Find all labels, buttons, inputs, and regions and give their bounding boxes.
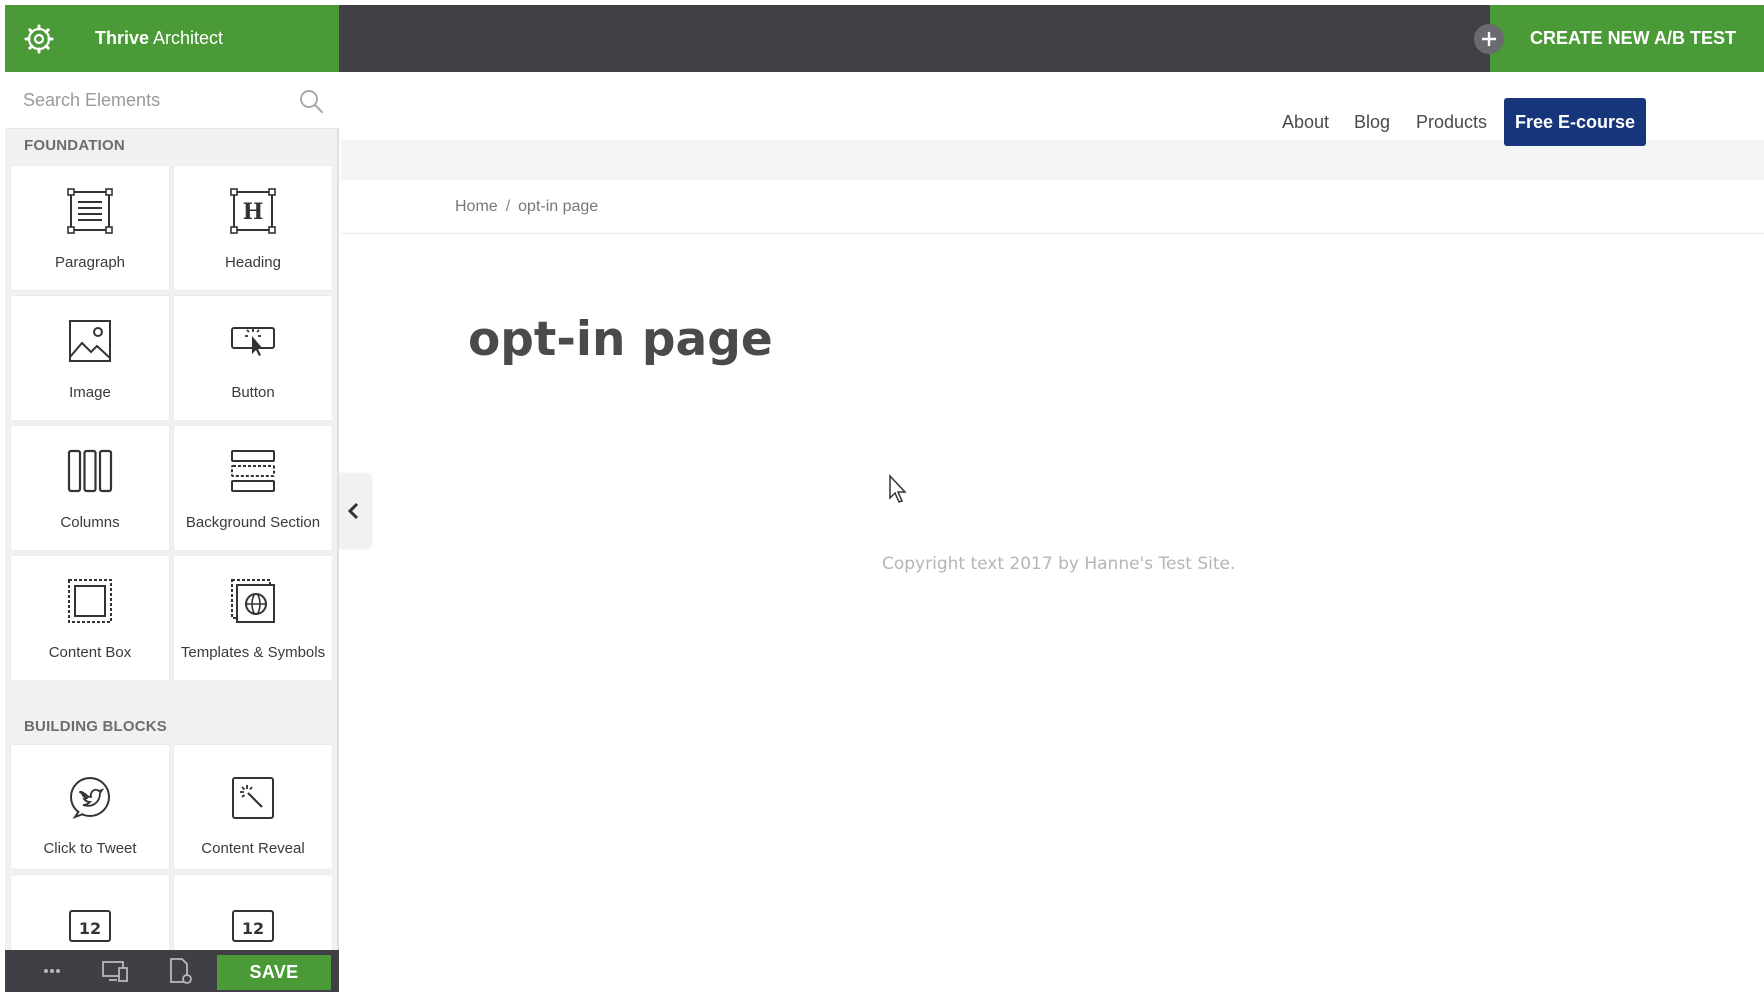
paragraph-icon	[67, 188, 113, 234]
element-content-box[interactable]: Content Box	[11, 556, 169, 680]
foundation-section-title: FOUNDATION	[24, 137, 125, 154]
sidebar-footer: SAVE	[5, 950, 339, 992]
save-button[interactable]: SAVE	[217, 955, 331, 990]
element-label: Paragraph	[54, 254, 126, 271]
templates-symbols-icon	[231, 579, 275, 623]
heading-icon: H	[230, 188, 276, 234]
collapse-sidebar-button[interactable]	[339, 473, 371, 549]
content-box-icon	[68, 579, 112, 623]
gear-icon[interactable]	[23, 23, 55, 55]
content-reveal-icon	[232, 777, 274, 819]
element-label: Templates & Symbols	[180, 644, 326, 661]
element-label: Background Section	[185, 514, 321, 531]
chevron-left-icon	[347, 502, 359, 520]
page-preview: About Blog Products Free E-course Home / o…	[341, 72, 1764, 992]
more-icon[interactable]	[37, 956, 67, 986]
free-ecourse-button[interactable]: Free E-course	[1504, 98, 1646, 146]
element-label: Button	[231, 384, 275, 401]
page-title[interactable]: opt-in page	[468, 312, 773, 367]
element-paragraph[interactable]: Paragraph	[11, 166, 169, 290]
element-button[interactable]: Button	[174, 296, 332, 420]
breadcrumb-current: opt-in page	[518, 198, 599, 215]
element-content-reveal[interactable]: Content Reveal	[174, 745, 332, 869]
svg-text:12: 12	[79, 919, 101, 938]
nav-link-blog[interactable]: Blog	[1354, 112, 1390, 133]
background-section-icon	[231, 450, 275, 492]
element-countdown[interactable]: 12	[11, 875, 169, 950]
svg-text:12: 12	[242, 919, 264, 938]
columns-icon	[67, 449, 113, 493]
mouse-cursor-icon	[889, 474, 907, 503]
svg-text:H: H	[243, 199, 264, 225]
elements-sidebar: Thrive Architect FOUNDATION Paragraph	[5, 5, 339, 992]
breadcrumb: Home / opt-in page	[455, 198, 598, 216]
page-settings-icon[interactable]	[165, 956, 195, 986]
search-icon[interactable]	[298, 88, 324, 114]
element-image[interactable]: Image	[11, 296, 169, 420]
twitter-icon	[70, 777, 110, 820]
element-click-to-tweet[interactable]: Click to Tweet	[11, 745, 169, 869]
search-box	[5, 72, 339, 129]
element-label: Image	[69, 384, 111, 401]
plus-icon[interactable]	[1474, 24, 1504, 54]
editor-app: Thrive Architect FOUNDATION Paragraph	[0, 0, 1764, 992]
element-label: Click to Tweet	[43, 840, 137, 857]
element-background-section[interactable]: Background Section	[174, 426, 332, 550]
nav-link-about[interactable]: About	[1282, 112, 1329, 133]
ab-test-label[interactable]: CREATE NEW A/B TEST	[1530, 5, 1736, 72]
responsive-view-icon[interactable]	[100, 956, 130, 986]
element-columns[interactable]: Columns	[11, 426, 169, 550]
copyright-text[interactable]: Copyright text 2017 by Hanne's Test Site…	[882, 554, 1235, 574]
button-icon	[231, 327, 275, 356]
nav-link-products[interactable]: Products	[1416, 112, 1487, 133]
app-title: Thrive Architect	[95, 28, 224, 48]
sidebar-header: Thrive Architect	[5, 5, 339, 72]
breadcrumb-home[interactable]: Home	[455, 198, 498, 215]
breadcrumb-separator: /	[505, 198, 511, 215]
search-input[interactable]	[5, 72, 339, 129]
countdown-icon: 12	[69, 910, 111, 942]
divider	[341, 233, 1764, 234]
countdown-evergreen-icon: 12	[232, 910, 274, 942]
element-label: Heading	[225, 254, 281, 271]
building-blocks-section-title: BUILDING BLOCKS	[24, 718, 167, 735]
image-icon	[69, 320, 111, 362]
header-band	[341, 140, 1764, 180]
element-label: Columns	[60, 514, 120, 531]
element-countdown-evergreen[interactable]: 12	[174, 875, 332, 950]
element-label: Content Reveal	[201, 840, 305, 857]
element-heading[interactable]: H Heading	[174, 166, 332, 290]
element-label: Content Box	[48, 644, 132, 661]
element-templates-symbols[interactable]: Templates & Symbols	[174, 556, 332, 680]
